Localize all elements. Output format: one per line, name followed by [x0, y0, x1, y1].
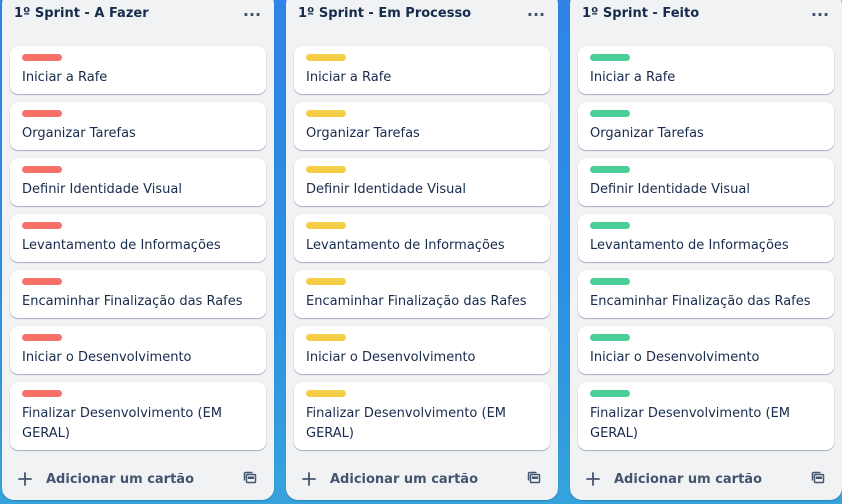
list-title[interactable]: 1º Sprint - A Fazer	[14, 6, 149, 21]
card-title: Levantamento de Informações	[306, 238, 505, 253]
card[interactable]: Iniciar o Desenvolvimento	[578, 326, 834, 374]
card-label[interactable]	[22, 166, 62, 173]
card-title: Encaminhar Finalização das Rafes	[590, 294, 811, 309]
card-title: Levantamento de Informações	[590, 238, 789, 253]
card[interactable]: Definir Identidade Visual	[10, 158, 266, 206]
plus-icon	[18, 469, 38, 489]
card-title: Iniciar a Rafe	[22, 70, 108, 85]
card[interactable]: Finalizar Desenvolvimento (EM GERAL)	[10, 382, 266, 450]
card-label[interactable]	[22, 54, 62, 61]
card[interactable]: Iniciar a Rafe	[294, 46, 550, 94]
card[interactable]: Definir Identidade Visual	[578, 158, 834, 206]
card[interactable]: Encaminhar Finalização das Rafes	[10, 270, 266, 318]
card-title: Definir Identidade Visual	[306, 182, 466, 197]
card-template-button[interactable]	[802, 463, 834, 495]
list-a-fazer: 1º Sprint - A Fazer ··· Iniciar a Rafe O…	[2, 0, 274, 500]
card-title: Iniciar a Rafe	[306, 70, 392, 85]
card-label[interactable]	[306, 110, 346, 117]
card-title: Encaminhar Finalização das Rafes	[22, 294, 243, 309]
add-card-label: Adicionar um cartão	[614, 471, 763, 487]
card-label[interactable]	[306, 334, 346, 341]
card[interactable]: Iniciar o Desenvolvimento	[10, 326, 266, 374]
list-header: 1º Sprint - Feito ···	[570, 0, 842, 30]
more-horizontal-icon[interactable]: ···	[238, 0, 266, 28]
card[interactable]: Encaminhar Finalização das Rafes	[578, 270, 834, 318]
add-card-button[interactable]: Adicionar um cartão	[294, 463, 514, 495]
card-label[interactable]	[590, 110, 630, 117]
card-list: Iniciar a Rafe Organizar Tarefas Definir…	[578, 46, 834, 458]
card-title: Iniciar o Desenvolvimento	[590, 350, 760, 365]
card-label[interactable]	[306, 390, 346, 397]
card[interactable]: Organizar Tarefas	[10, 102, 266, 150]
plus-icon	[302, 469, 322, 489]
card-title: Finalizar Desenvolvimento (EM GERAL)	[306, 406, 507, 441]
more-horizontal-icon[interactable]: ···	[806, 0, 834, 28]
card[interactable]: Levantamento de Informações	[294, 214, 550, 262]
card[interactable]: Finalizar Desenvolvimento (EM GERAL)	[578, 382, 834, 450]
card[interactable]: Levantamento de Informações	[578, 214, 834, 262]
card-label[interactable]	[306, 54, 346, 61]
card-title: Definir Identidade Visual	[22, 182, 182, 197]
card-label[interactable]	[590, 278, 630, 285]
card[interactable]: Organizar Tarefas	[294, 102, 550, 150]
list-footer: Adicionar um cartão	[578, 463, 834, 495]
add-card-label: Adicionar um cartão	[330, 471, 479, 487]
card-list: Iniciar a Rafe Organizar Tarefas Definir…	[294, 46, 550, 458]
card-label[interactable]	[590, 390, 630, 397]
card-title: Levantamento de Informações	[22, 238, 221, 253]
card-title: Organizar Tarefas	[590, 126, 704, 141]
list-footer: Adicionar um cartão	[294, 463, 550, 495]
card-title: Iniciar a Rafe	[590, 70, 676, 85]
card-template-icon	[527, 470, 541, 489]
list-feito: 1º Sprint - Feito ··· Iniciar a Rafe Org…	[570, 0, 842, 500]
card-template-button[interactable]	[518, 463, 550, 495]
board: 1º Sprint - A Fazer ··· Iniciar a Rafe O…	[0, 0, 842, 504]
card-label[interactable]	[306, 166, 346, 173]
card-template-button[interactable]	[234, 463, 266, 495]
list-header: 1º Sprint - Em Processo ···	[286, 0, 558, 30]
card-label[interactable]	[22, 334, 62, 341]
list-title[interactable]: 1º Sprint - Feito	[582, 6, 699, 21]
card-title: Iniciar o Desenvolvimento	[22, 350, 192, 365]
card-label[interactable]	[22, 390, 62, 397]
card-list: Iniciar a Rafe Organizar Tarefas Definir…	[10, 46, 266, 458]
card-label[interactable]	[22, 110, 62, 117]
card[interactable]: Iniciar a Rafe	[578, 46, 834, 94]
add-card-button[interactable]: Adicionar um cartão	[578, 463, 798, 495]
card-title: Finalizar Desenvolvimento (EM GERAL)	[590, 406, 791, 441]
card[interactable]: Iniciar a Rafe	[10, 46, 266, 94]
card-title: Organizar Tarefas	[306, 126, 420, 141]
card-label[interactable]	[590, 54, 630, 61]
more-horizontal-icon[interactable]: ···	[522, 0, 550, 28]
card-label[interactable]	[306, 222, 346, 229]
card-label[interactable]	[22, 222, 62, 229]
card[interactable]: Finalizar Desenvolvimento (EM GERAL)	[294, 382, 550, 450]
list-footer: Adicionar um cartão	[10, 463, 266, 495]
card-title: Finalizar Desenvolvimento (EM GERAL)	[22, 406, 223, 441]
card-label[interactable]	[590, 334, 630, 341]
card[interactable]: Encaminhar Finalização das Rafes	[294, 270, 550, 318]
list-em-processo: 1º Sprint - Em Processo ··· Iniciar a Ra…	[286, 0, 558, 500]
card[interactable]: Iniciar o Desenvolvimento	[294, 326, 550, 374]
card-title: Encaminhar Finalização das Rafes	[306, 294, 527, 309]
card[interactable]: Organizar Tarefas	[578, 102, 834, 150]
card-label[interactable]	[590, 166, 630, 173]
card-label[interactable]	[22, 278, 62, 285]
card-label[interactable]	[306, 278, 346, 285]
add-card-label: Adicionar um cartão	[46, 471, 195, 487]
add-card-button[interactable]: Adicionar um cartão	[10, 463, 230, 495]
card[interactable]: Definir Identidade Visual	[294, 158, 550, 206]
card-title: Iniciar o Desenvolvimento	[306, 350, 476, 365]
card-template-icon	[811, 470, 825, 489]
card[interactable]: Levantamento de Informações	[10, 214, 266, 262]
card-title: Definir Identidade Visual	[590, 182, 750, 197]
list-header: 1º Sprint - A Fazer ···	[2, 0, 274, 30]
list-title[interactable]: 1º Sprint - Em Processo	[298, 6, 471, 21]
card-label[interactable]	[590, 222, 630, 229]
plus-icon	[586, 469, 606, 489]
card-title: Organizar Tarefas	[22, 126, 136, 141]
card-template-icon	[243, 470, 257, 489]
